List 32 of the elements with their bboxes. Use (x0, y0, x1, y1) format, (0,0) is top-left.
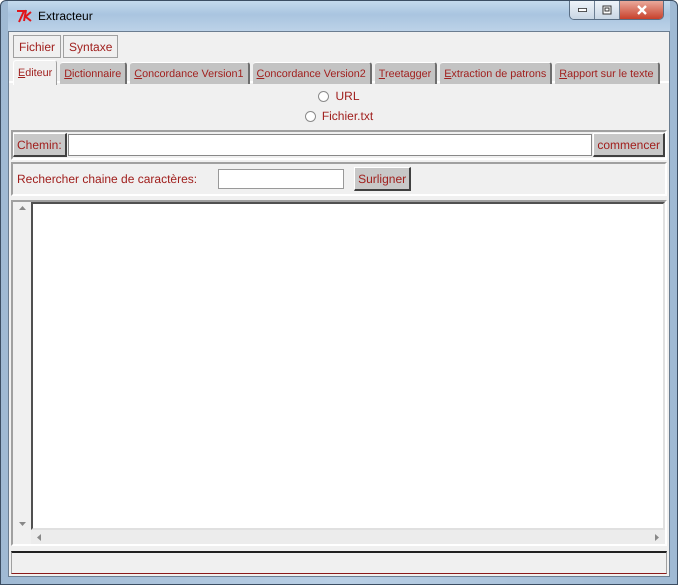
scroll-right-icon[interactable] (655, 534, 659, 540)
tab[interactable]: Editeur (13, 60, 58, 85)
horizontal-scrollbar[interactable] (31, 530, 665, 544)
maximize-button[interactable] (595, 1, 620, 19)
close-icon (634, 4, 648, 16)
radio-button[interactable] (304, 110, 316, 122)
path-field[interactable] (68, 134, 592, 156)
scroll-left-icon[interactable] (37, 534, 41, 540)
tab[interactable]: Rapport sur le texte (555, 62, 660, 84)
tab[interactable]: Concordance Version2 (252, 62, 372, 84)
tab[interactable]: Extraction de patrons (440, 62, 552, 84)
scroll-down-icon[interactable] (18, 522, 26, 526)
close-button[interactable] (620, 1, 663, 19)
menu-item[interactable]: Fichier (13, 35, 62, 58)
tab[interactable]: Treetagger (374, 62, 438, 84)
highlight-button[interactable]: Surligner (354, 167, 412, 191)
tab[interactable]: Dictionnaire (60, 62, 128, 84)
search-label: Rechercher chaine de caractères: (17, 172, 198, 186)
search-field[interactable] (218, 169, 344, 189)
radio-option[interactable]: URL (318, 89, 360, 103)
menu-item[interactable]: Syntaxe (63, 35, 118, 58)
radio-button[interactable] (318, 90, 330, 102)
path-label-button[interactable]: Chemin: (13, 133, 67, 157)
tab[interactable]: Concordance Version1 (130, 62, 250, 84)
start-button[interactable]: commencer (593, 133, 665, 157)
minimize-icon (578, 8, 586, 12)
minimize-button[interactable] (570, 1, 595, 19)
scroll-up-icon[interactable] (18, 206, 26, 210)
radio-option[interactable]: Fichier.txt (304, 109, 374, 123)
window-title: Extracteur (38, 9, 94, 23)
maximize-icon (600, 4, 614, 16)
logo-icon (16, 9, 32, 23)
